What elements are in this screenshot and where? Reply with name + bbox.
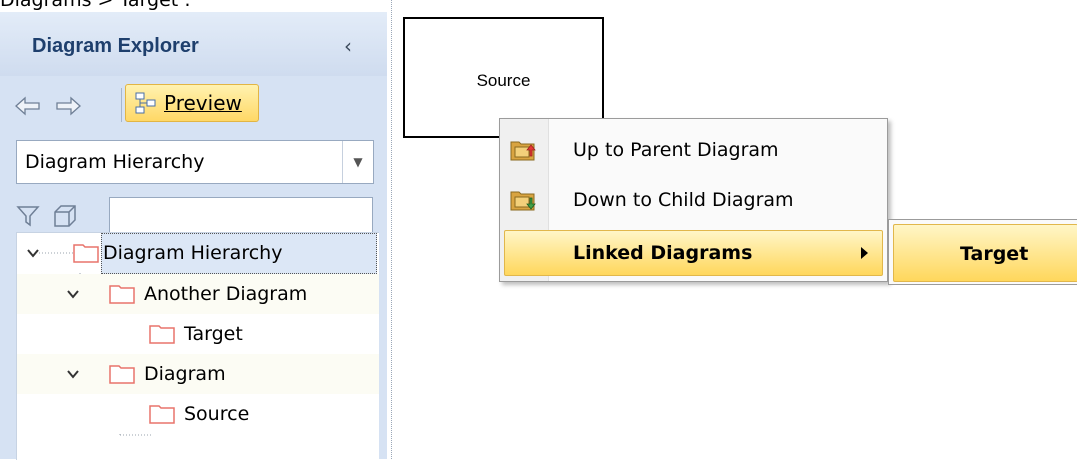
tree-node-another-diagram[interactable]: Another Diagram [17, 274, 379, 314]
folder-icon [149, 405, 175, 424]
diagram-element-label: Source [476, 71, 531, 90]
menu-item-down-to-child[interactable]: Down to Child Diagram [504, 177, 883, 223]
folder-icon [73, 244, 99, 263]
folder-icon [149, 325, 175, 344]
preview-label: Preview [164, 91, 242, 115]
forward-arrow-icon[interactable] [54, 94, 82, 118]
hierarchy-selector[interactable]: Diagram Hierarchy ▼ [16, 140, 374, 184]
folder-icon [109, 285, 135, 304]
explorer-title: Diagram Explorer [32, 35, 199, 57]
panel-divider[interactable] [391, 0, 392, 459]
tree-node-label: Target [184, 323, 243, 345]
toolbar-separator [121, 88, 122, 122]
submenu-item-label: Target [960, 243, 1029, 265]
search-input[interactable] [109, 197, 373, 235]
box-icon[interactable] [52, 203, 78, 229]
tree-node-diagram-hierarchy[interactable]: Diagram Hierarchy [17, 233, 379, 274]
preview-diagram-icon [135, 92, 156, 114]
preview-button[interactable]: Preview [125, 84, 259, 122]
menu-item-linked-diagrams[interactable]: Linked Diagrams [504, 230, 883, 276]
linked-diagrams-submenu: Target [888, 219, 1077, 285]
submenu-item-target[interactable]: Target [893, 224, 1077, 282]
diagram-tree: Diagram Hierarchy Another Diagram Target… [16, 232, 379, 460]
tree-node-label: Source [184, 403, 250, 425]
chevron-down-icon[interactable]: ▼ [342, 141, 373, 183]
breadcrumb: Diagrams > Target : [0, 0, 191, 11]
tree-node-label: Diagram [144, 363, 226, 385]
menu-item-label: Linked Diagrams [573, 242, 753, 264]
back-arrow-icon[interactable] [14, 94, 42, 118]
menu-item-up-to-parent[interactable]: Up to Parent Diagram [504, 127, 883, 173]
folder-icon [109, 365, 135, 384]
down-to-child-diagram-icon [510, 191, 536, 211]
submenu-arrow-icon [861, 247, 868, 259]
filter-icon[interactable] [16, 204, 40, 228]
context-menu: Up to Parent Diagram Down to Child Diagr… [499, 118, 888, 282]
up-to-parent-diagram-icon [510, 141, 536, 161]
explorer-header: Diagram Explorer ‹ [0, 12, 387, 76]
tree-node-source[interactable]: Source [17, 394, 379, 434]
chevron-down-icon[interactable] [67, 288, 79, 300]
tree-node-label: Another Diagram [144, 283, 308, 305]
tree-node-label: Diagram Hierarchy [103, 242, 283, 264]
tree-node-target[interactable]: Target [17, 314, 379, 354]
explorer-toolbar: Preview [6, 80, 376, 128]
tree-node-diagram[interactable]: Diagram [17, 354, 379, 394]
chevron-down-icon[interactable] [67, 368, 79, 380]
menu-item-label: Down to Child Diagram [573, 189, 794, 211]
chevron-down-icon[interactable] [27, 247, 39, 259]
hierarchy-selector-value: Diagram Hierarchy [25, 151, 205, 173]
collapse-panel-button[interactable]: ‹ [340, 34, 356, 58]
menu-item-label: Up to Parent Diagram [573, 139, 779, 161]
